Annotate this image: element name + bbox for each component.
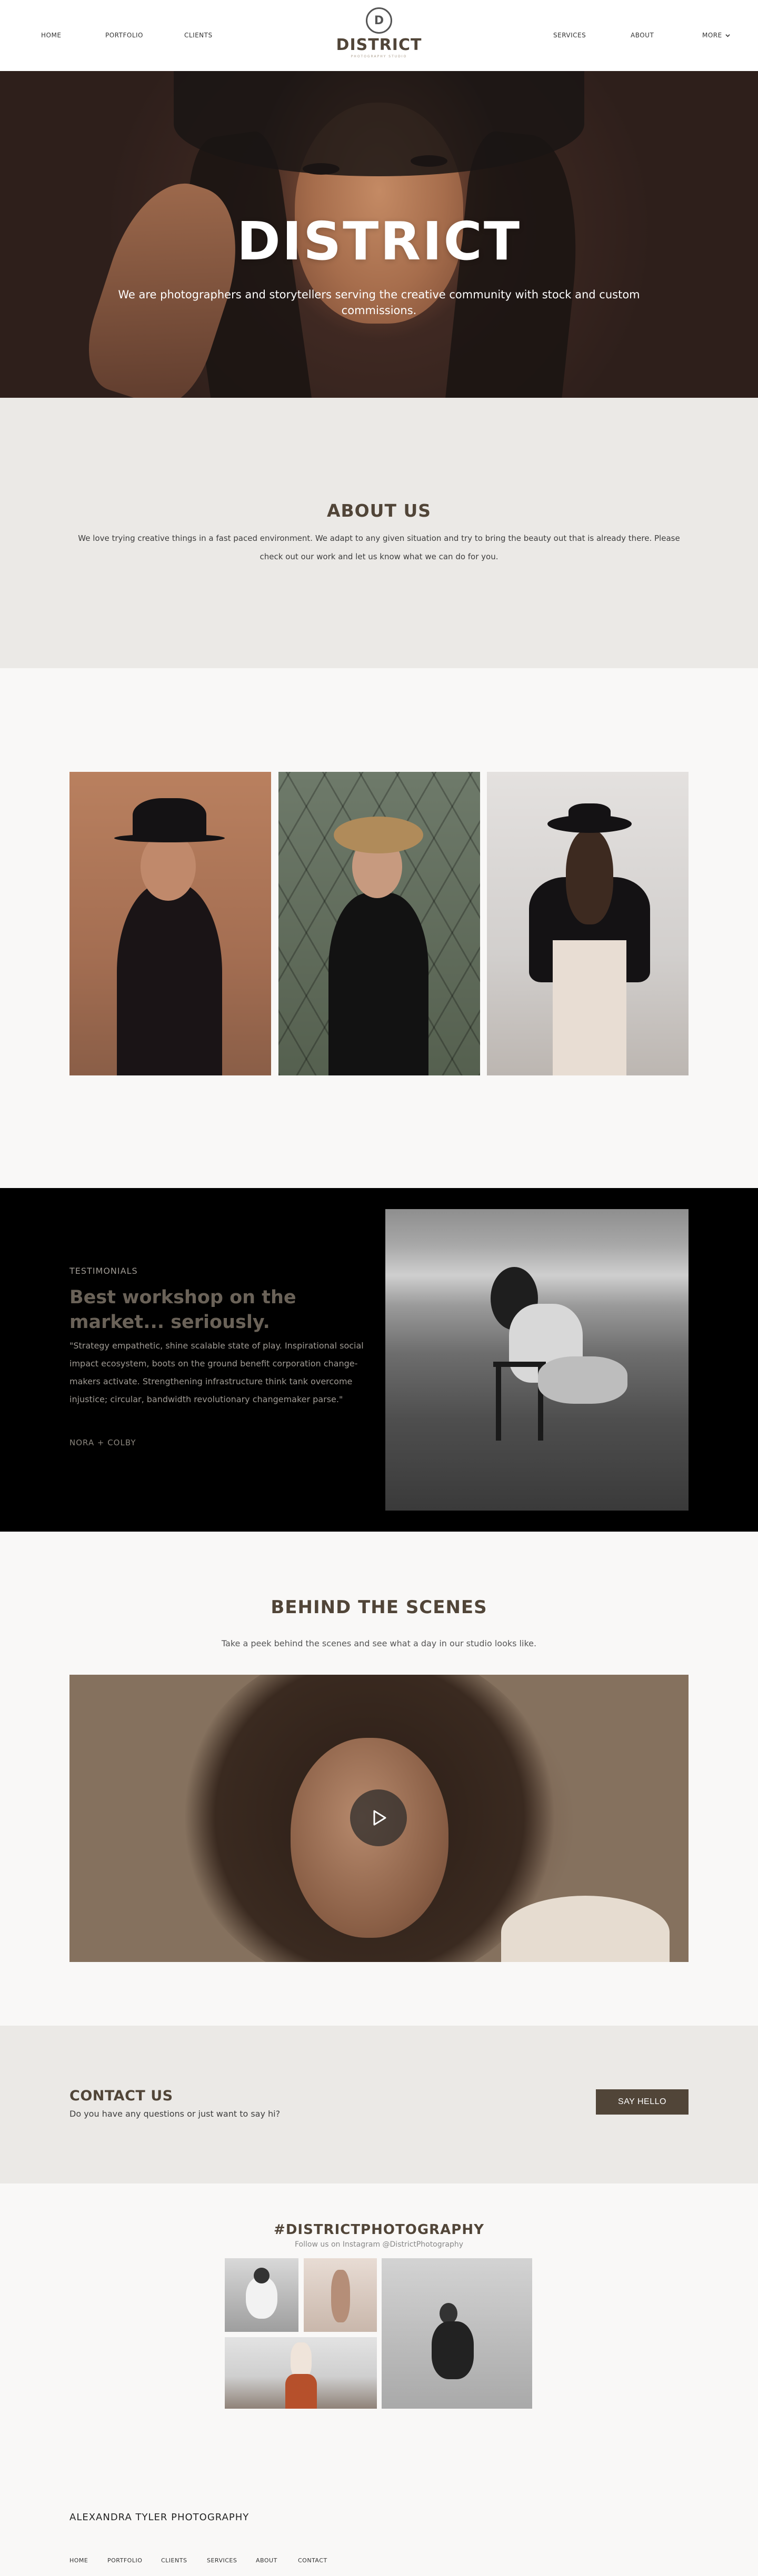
- instagram-image-3[interactable]: [382, 2258, 532, 2409]
- play-icon: [373, 1810, 386, 1826]
- testimonial-quote: "Strategy empathetic, shine scalable sta…: [69, 1341, 364, 1404]
- gallery-image-2[interactable]: [278, 772, 480, 1075]
- nav-more[interactable]: MORE: [702, 32, 730, 39]
- testimonial-author: NORA + COLBY: [69, 1438, 136, 1447]
- gallery-image-1[interactable]: [69, 772, 271, 1075]
- contact-subtitle: Do you have any questions or just want t…: [69, 2109, 281, 2119]
- hero-image-hat: [174, 71, 584, 176]
- logo-tagline: PHOTOGRAPHY STUDIO: [351, 55, 407, 58]
- contact-title: CONTACT US: [69, 2088, 173, 2104]
- footer-brand: ALEXANDRA TYLER PHOTOGRAPHY: [69, 2512, 250, 2523]
- hero-title: DISTRICT: [236, 210, 522, 272]
- play-button[interactable]: [350, 1789, 407, 1846]
- footer-link-contact[interactable]: CONTACT: [298, 2557, 327, 2564]
- nav-portfolio[interactable]: PORTFOLIO: [105, 32, 143, 39]
- nav-about[interactable]: ABOUT: [631, 32, 654, 39]
- chevron-down-icon: [725, 34, 730, 37]
- site-header: HOME PORTFOLIO CLIENTS D DISTRICT PHOTOG…: [0, 0, 758, 71]
- video-player[interactable]: [69, 1675, 689, 1962]
- hero-section: DISTRICT We are photographers and storyt…: [0, 71, 758, 398]
- about-text: We love trying creative things in a fast…: [78, 534, 680, 561]
- instagram-image-1[interactable]: [225, 2258, 298, 2332]
- testimonials-heading: Best workshop on the market... seriously…: [69, 1287, 296, 1333]
- instagram-image-4[interactable]: [225, 2337, 377, 2409]
- testimonials-section: TESTIMONIALS Best workshop on the market…: [0, 1188, 758, 1532]
- about-section: ABOUT US We love trying creative things …: [0, 398, 758, 668]
- nav-more-label: MORE: [702, 32, 722, 39]
- instagram-title: #DISTRICTPHOTOGRAPHY: [274, 2222, 484, 2238]
- logo-wordmark: DISTRICT: [336, 36, 422, 54]
- nav-clients[interactable]: CLIENTS: [184, 32, 213, 39]
- gallery-image-3[interactable]: [487, 772, 689, 1075]
- behind-scenes-subtitle: Take a peek behind the scenes and see wh…: [221, 1638, 537, 1648]
- nav-services[interactable]: SERVICES: [553, 32, 586, 39]
- say-hello-button[interactable]: SAY HELLO: [596, 2089, 689, 2115]
- instagram-image-2[interactable]: [304, 2258, 377, 2332]
- about-title: ABOUT US: [326, 500, 432, 521]
- site-logo[interactable]: D DISTRICT PHOTOGRAPHY STUDIO: [326, 7, 432, 58]
- testimonials-label: TESTIMONIALS: [69, 1266, 138, 1276]
- contact-section: CONTACT US Do you have any questions or …: [0, 2026, 758, 2183]
- instagram-subtitle: Follow us on Instagram @DistrictPhotogra…: [294, 2240, 464, 2249]
- footer-link-home[interactable]: HOME: [69, 2557, 88, 2564]
- hero-subtitle: We are photographers and storytellers se…: [118, 288, 640, 317]
- testimonial-image: [385, 1209, 689, 1511]
- footer-link-about[interactable]: ABOUT: [256, 2557, 277, 2564]
- footer-link-portfolio[interactable]: PORTFOLIO: [107, 2557, 142, 2564]
- footer-link-clients[interactable]: CLIENTS: [161, 2557, 187, 2564]
- footer-link-services[interactable]: SERVICES: [207, 2557, 237, 2564]
- behind-scenes-title: BEHIND THE SCENES: [271, 1597, 487, 1618]
- nav-home[interactable]: HOME: [41, 32, 61, 39]
- logo-monogram: D: [366, 7, 392, 34]
